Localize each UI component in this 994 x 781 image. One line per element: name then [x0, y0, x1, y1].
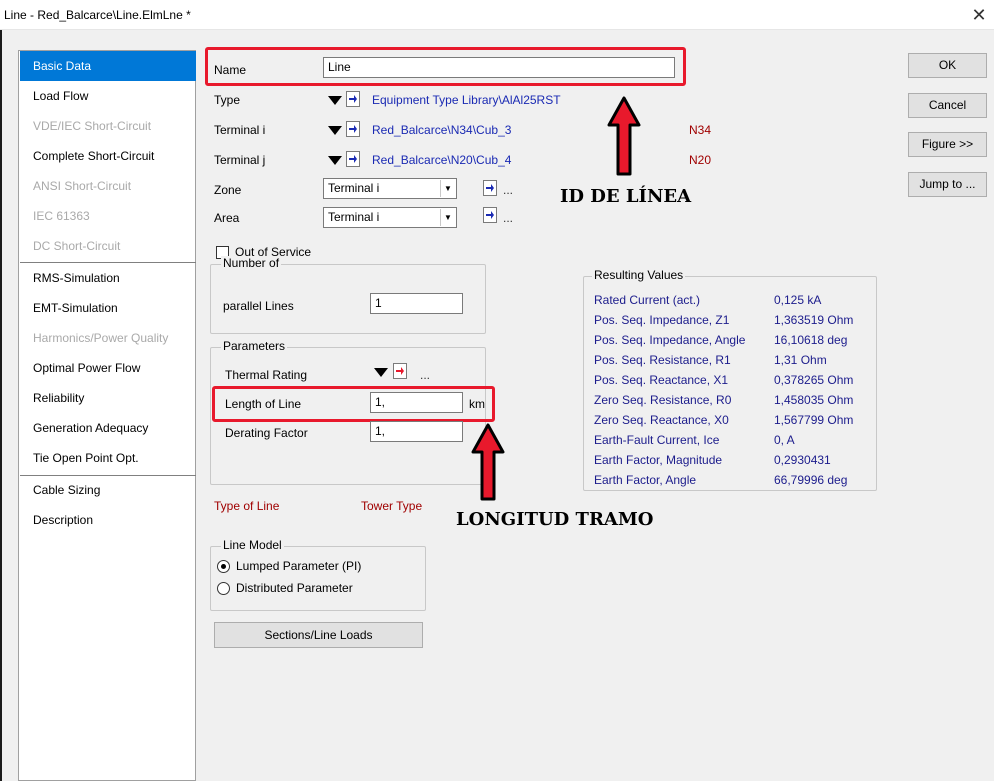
sidebar-item-cable-sizing[interactable]: Cable Sizing	[20, 475, 196, 505]
sidebar: Basic Data Load Flow VDE/IEC Short-Circu…	[18, 50, 196, 781]
area-select-value: Terminal i	[328, 210, 380, 224]
sidebar-item-ansi-short-circuit[interactable]: ANSI Short-Circuit	[20, 171, 196, 201]
parallel-lines-label: parallel Lines	[223, 299, 294, 313]
up-arrow-annotation-icon	[607, 96, 641, 176]
terminal-i-jump-arrow-icon[interactable]	[346, 121, 360, 137]
type-select-arrow-icon[interactable]	[328, 96, 342, 105]
pos-seq-resistance-label: Pos. Seq. Resistance, R1	[594, 353, 731, 367]
title-bar: Line - Red_Balcarce\Line.ElmLne * ✕	[0, 0, 994, 30]
rated-current-label: Rated Current (act.)	[594, 293, 701, 307]
earth-fault-current-label: Earth-Fault Current, Ice	[594, 433, 720, 447]
parameters-group-label: Parameters	[221, 339, 288, 353]
sidebar-item-description[interactable]: Description	[20, 505, 196, 535]
derating-factor-label: Derating Factor	[225, 426, 308, 440]
pos-seq-angle-value: 16,10618 deg	[774, 333, 848, 347]
sidebar-item-rms-simulation[interactable]: RMS-Simulation	[20, 263, 196, 293]
window-title: Line - Red_Balcarce\Line.ElmLne *	[4, 8, 191, 22]
sidebar-item-basic-data[interactable]: Basic Data	[20, 51, 196, 81]
distributed-parameter-radio[interactable]	[217, 582, 230, 595]
type-of-line-label: Type of Line	[214, 499, 280, 513]
earth-factor-angle-label: Earth Factor, Angle	[594, 473, 697, 487]
pos-seq-reactance-label: Pos. Seq. Reactance, X1	[594, 373, 729, 387]
length-highlight-box	[212, 386, 495, 422]
terminal-i-select-arrow-icon[interactable]	[328, 126, 342, 135]
pos-seq-impedance-label: Pos. Seq. Impedance, Z1	[594, 313, 730, 327]
pos-seq-resistance-value: 1,31 Ohm	[774, 353, 827, 367]
parallel-lines-input[interactable]: 1	[370, 293, 463, 314]
sidebar-item-harmonics-power-quality[interactable]: Harmonics/Power Quality	[20, 323, 196, 353]
zero-seq-reactance-value: 1,567799 Ohm	[774, 413, 854, 427]
area-jump-arrow-icon[interactable]	[483, 207, 497, 223]
sidebar-item-dc-short-circuit[interactable]: DC Short-Circuit	[20, 231, 196, 261]
area-more-button[interactable]: ...	[503, 211, 513, 225]
terminal-j-label: Terminal j	[214, 153, 266, 167]
sidebar-item-optimal-power-flow[interactable]: Optimal Power Flow	[20, 353, 196, 383]
thermal-rating-select-arrow-icon[interactable]	[374, 368, 388, 377]
type-label: Type	[214, 93, 241, 107]
terminal-i-link[interactable]: Red_Balcarce\N34\Cub_3	[372, 123, 511, 137]
sidebar-item-load-flow[interactable]: Load Flow	[20, 81, 196, 111]
zero-seq-resistance-value: 1,458035 Ohm	[774, 393, 854, 407]
pos-seq-reactance-value: 0,378265 Ohm	[774, 373, 854, 387]
terminal-j-link[interactable]: Red_Balcarce\N20\Cub_4	[372, 153, 511, 167]
type-link[interactable]: Equipment Type Library\AlAl25RST	[372, 93, 561, 107]
jump-to-button[interactable]: Jump to ...	[908, 172, 987, 197]
zone-label: Zone	[214, 183, 242, 197]
line-model-group	[210, 546, 426, 611]
thermal-rating-label: Thermal Rating	[225, 368, 308, 382]
name-highlight-box	[205, 47, 686, 86]
ok-button[interactable]: OK	[908, 53, 987, 78]
terminal-i-label: Terminal i	[214, 123, 266, 137]
derating-factor-input[interactable]: 1,	[370, 421, 463, 442]
terminal-j-select-arrow-icon[interactable]	[328, 156, 342, 165]
sidebar-item-tie-open-point-opt[interactable]: Tie Open Point Opt.	[20, 443, 196, 473]
zone-jump-arrow-icon[interactable]	[483, 180, 497, 196]
line-model-group-label: Line Model	[221, 538, 284, 552]
tower-type-label: Tower Type	[361, 499, 423, 513]
up-arrow-annotation-icon	[471, 423, 505, 501]
sidebar-item-vde-iec-short-circuit[interactable]: VDE/IEC Short-Circuit	[20, 111, 196, 141]
rated-current-value: 0,125 kA	[774, 293, 822, 307]
area-label: Area	[214, 211, 240, 225]
sidebar-item-complete-short-circuit[interactable]: Complete Short-Circuit	[20, 141, 196, 171]
chevron-down-icon: ▼	[440, 209, 455, 226]
figure-button[interactable]: Figure >>	[908, 132, 987, 157]
sections-line-loads-button[interactable]: Sections/Line Loads	[214, 622, 423, 648]
terminal-j-node: N20	[689, 153, 712, 167]
area-select[interactable]: Terminal i ▼	[323, 207, 457, 228]
pos-seq-impedance-value: 1,363519 Ohm	[774, 313, 854, 327]
lumped-parameter-radio[interactable]	[217, 560, 230, 573]
cancel-button[interactable]: Cancel	[908, 93, 987, 118]
id-de-linea-annotation: ID DE LÍNEA	[560, 186, 692, 207]
zone-select[interactable]: Terminal i ▼	[323, 178, 457, 199]
longitud-tramo-annotation: LONGITUD TRAMO	[456, 509, 654, 530]
earth-fault-current-value: 0, A	[774, 433, 795, 447]
zero-seq-reactance-label: Zero Seq. Reactance, X0	[594, 413, 729, 427]
chevron-down-icon: ▼	[440, 180, 455, 197]
number-of-group-label: Number of	[221, 256, 282, 270]
zero-seq-resistance-label: Zero Seq. Resistance, R0	[594, 393, 732, 407]
earth-factor-magnitude-value: 0,2930431	[774, 453, 831, 467]
earth-factor-angle-value: 66,79996 deg	[774, 473, 848, 487]
terminal-j-jump-arrow-icon[interactable]	[346, 151, 360, 167]
lumped-parameter-label: Lumped Parameter (PI)	[236, 559, 362, 573]
thermal-rating-more-button[interactable]: ...	[420, 368, 430, 382]
sidebar-item-emt-simulation[interactable]: EMT-Simulation	[20, 293, 196, 323]
sidebar-item-iec-61363[interactable]: IEC 61363	[20, 201, 196, 231]
terminal-i-node: N34	[689, 123, 712, 137]
close-icon[interactable]: ✕	[968, 4, 990, 26]
window-left-edge	[0, 30, 2, 781]
distributed-parameter-label: Distributed Parameter	[236, 581, 353, 595]
thermal-rating-jump-arrow-icon[interactable]	[393, 363, 407, 379]
resulting-values-group-label: Resulting Values	[592, 268, 686, 282]
zone-more-button[interactable]: ...	[503, 183, 513, 197]
pos-seq-angle-label: Pos. Seq. Impedance, Angle	[594, 333, 746, 347]
earth-factor-magnitude-label: Earth Factor, Magnitude	[594, 453, 723, 467]
sidebar-item-generation-adequacy[interactable]: Generation Adequacy	[20, 413, 196, 443]
sidebar-item-reliability[interactable]: Reliability	[20, 383, 196, 413]
zone-select-value: Terminal i	[328, 181, 380, 195]
type-jump-arrow-icon[interactable]	[346, 91, 360, 107]
